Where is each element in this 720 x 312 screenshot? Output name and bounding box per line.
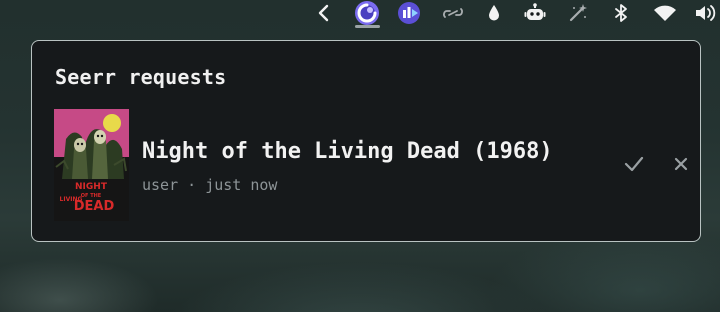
checkmark-icon — [624, 156, 644, 172]
jellyfin-app-icon[interactable] — [396, 0, 422, 26]
meta-separator: · — [187, 176, 197, 194]
decline-button[interactable] — [668, 151, 694, 177]
seerr-app-icon[interactable] — [354, 0, 380, 26]
volume-icon[interactable] — [693, 0, 719, 26]
robot-icon[interactable] — [522, 0, 548, 26]
active-tray-indicator — [355, 25, 380, 28]
request-item[interactable]: NIGHT OF THE DEAD LIVING Night of the Li… — [54, 109, 688, 223]
bluetooth-icon[interactable] — [608, 0, 634, 26]
link-icon[interactable] — [440, 0, 466, 26]
request-user: user — [142, 176, 179, 194]
request-title: Night of the Living Dead (1968) — [142, 139, 553, 164]
panel-title: Seerr requests — [55, 65, 227, 89]
water-drop-icon[interactable] — [481, 0, 507, 26]
movie-poster: NIGHT OF THE DEAD LIVING — [54, 109, 129, 221]
back-chevron-icon[interactable] — [311, 0, 337, 26]
request-time: just now — [205, 176, 278, 194]
approve-button[interactable] — [621, 151, 647, 177]
request-meta: user · just now — [142, 176, 277, 194]
close-icon — [674, 157, 688, 171]
svg-text:LIVING: LIVING — [60, 196, 83, 203]
wand-icon[interactable] — [565, 0, 591, 26]
poster-title-top: NIGHT — [75, 182, 108, 192]
wifi-icon[interactable] — [652, 0, 678, 26]
seerr-requests-panel: Seerr requests NIGHT OF THE DEAD LIVING … — [31, 40, 701, 242]
top-bar — [0, 0, 720, 28]
